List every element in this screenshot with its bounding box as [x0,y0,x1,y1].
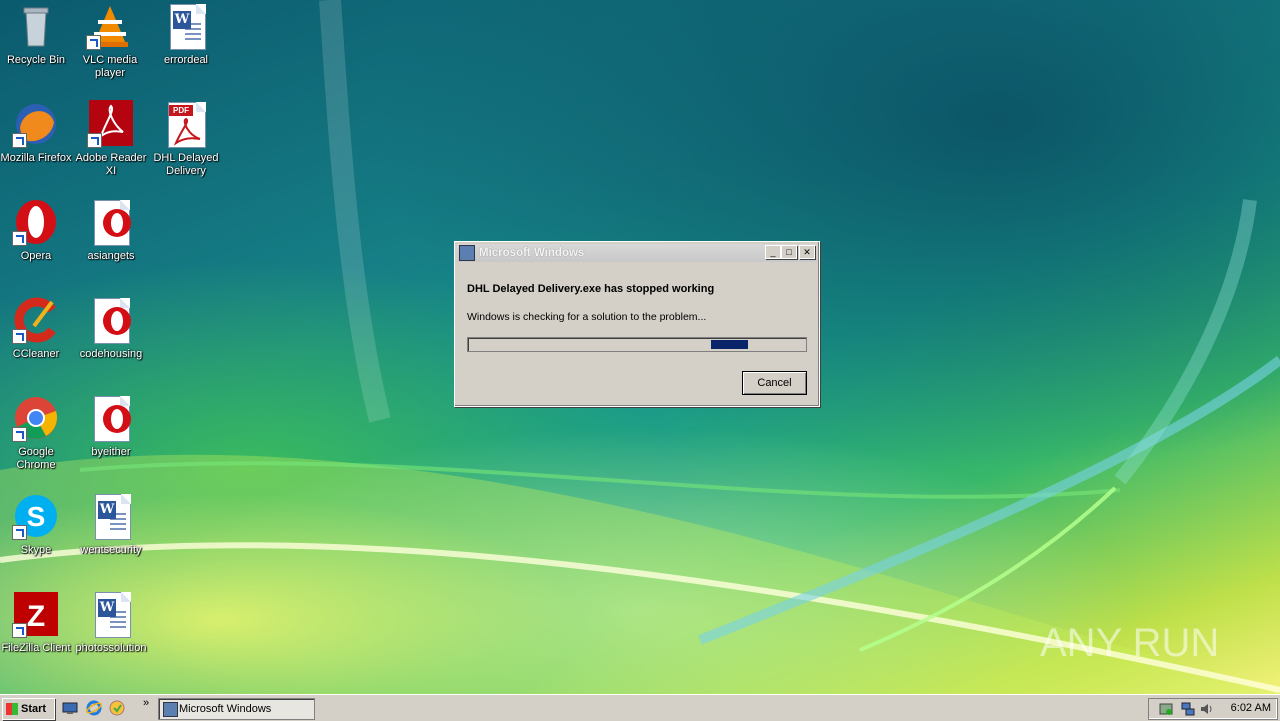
opera-document-icon [87,198,135,246]
desktop-icon-wentsecurity[interactable]: W wentsecurity [73,492,149,557]
security-icon[interactable] [1159,702,1173,716]
opera-document-icon [87,296,135,344]
desktop-icon-codehousing[interactable]: codehousing [73,296,149,361]
close-button[interactable]: ✕ [799,245,815,259]
system-tray: 6:02 AM [1148,698,1278,720]
desktop-icon-skype[interactable]: S Skype [0,492,74,557]
window-icon [163,702,178,717]
desktop-icon-label: VLC media player [82,54,138,79]
dialog-title: Microsoft Windows [479,247,585,259]
maximize-button[interactable]: □ [781,245,797,259]
shortcut-arrow-icon [12,231,27,246]
desktop-icon-label: Opera [20,250,52,262]
shortcut-arrow-icon [12,525,27,540]
cancel-button[interactable]: Cancel [742,371,807,395]
taskbar-item-label: Microsoft Windows [179,703,272,715]
desktop-icon-label: Google Chrome [16,446,56,471]
desktop-icon-chrome[interactable]: Google Chrome [0,394,74,472]
network-icon[interactable] [1181,702,1195,716]
adobe-reader-icon [87,100,135,148]
dialog-heading: DHL Delayed Delivery.exe has stopped wor… [467,283,715,295]
taskbar: Start » Microsoft Windows 6:02 AM [0,694,1280,721]
shortcut-arrow-icon [12,329,27,344]
internet-explorer-icon[interactable] [86,700,102,716]
anyrun-watermark: ANY RUN [1040,621,1219,665]
desktop-icon-label: asiangets [87,250,135,262]
dialog-titlebar[interactable]: Microsoft Windows _ □ ✕ [457,244,817,262]
minimize-icon: _ [770,247,776,257]
desktop-icon-asiangets[interactable]: asiangets [73,198,149,263]
vlc-icon [86,2,134,50]
taskbar-item-microsoft-windows[interactable]: Microsoft Windows [158,698,315,720]
desktop-icon-label: Skype [20,544,52,556]
start-button[interactable]: Start [2,698,55,720]
desktop-icon-vlc[interactable]: VLC media player [72,2,148,80]
media-player-icon[interactable] [109,700,125,716]
desktop: Recycle Bin Mozilla Firefox Opera CClean… [0,0,1280,694]
desktop-icon-label: errordeal [163,54,209,66]
quick-launch-chevron[interactable]: » [143,697,149,709]
svg-text:S: S [27,501,46,532]
shortcut-arrow-icon [86,35,101,50]
opera-document-icon [87,394,135,442]
chrome-icon [12,394,60,442]
volume-icon[interactable] [1199,702,1213,716]
desktop-icon-ccleaner[interactable]: CCleaner [0,296,74,361]
desktop-icon-label: codehousing [79,348,143,360]
word-document-icon: W [162,2,210,50]
clock[interactable]: 6:02 AM [1231,702,1271,714]
ccleaner-icon [12,296,60,344]
shortcut-arrow-icon [87,133,102,148]
desktop-icon-photossolution[interactable]: W photossolution [73,590,149,655]
firefox-icon [12,100,60,148]
windows-flag-icon [6,703,18,715]
desktop-icon-label: photossolution [75,642,147,654]
desktop-icon-byeither[interactable]: byeither [73,394,149,459]
progress-bar [467,337,807,352]
desktop-icon-recycle-bin[interactable]: Recycle Bin [0,2,74,67]
desktop-icon-label: byeither [91,446,131,458]
progress-marquee [711,340,748,349]
desktop-icon-label: FileZilla Client [1,642,71,654]
filezilla-icon: Z [12,590,60,638]
desktop-icon-filezilla[interactable]: Z FileZilla Client [0,590,74,655]
shortcut-arrow-icon [12,133,27,148]
error-dialog: Microsoft Windows _ □ ✕ DHL Delayed Deli… [454,241,820,407]
close-icon: ✕ [803,247,811,257]
desktop-icon-errordeal[interactable]: W errordeal [148,2,224,67]
desktop-icon-label: Adobe Reader XI [75,152,147,177]
word-document-icon: W [87,590,135,638]
desktop-icon-adobe-reader[interactable]: Adobe Reader XI [73,100,149,178]
svg-text:Z: Z [27,600,45,633]
minimize-button[interactable]: _ [765,245,781,259]
desktop-icon-opera[interactable]: Opera [0,198,74,263]
shortcut-arrow-icon [12,427,27,442]
window-icon [459,245,475,261]
desktop-icon-dhl-delayed-delivery[interactable]: PDF DHL Delayed Delivery [148,100,224,178]
desktop-icon-firefox[interactable]: Mozilla Firefox [0,100,74,165]
opera-icon [12,198,60,246]
dialog-message: Windows is checking for a solution to th… [467,311,707,323]
skype-icon: S [12,492,60,540]
desktop-icon-label: DHL Delayed Delivery [153,152,219,177]
pdf-file-icon: PDF [162,100,210,148]
desktop-icon-label: Recycle Bin [6,54,66,66]
shortcut-arrow-icon [12,623,27,638]
watermark-text: ANY RUN [1040,621,1219,665]
desktop-icon-label: wentsecurity [80,544,142,556]
desktop-icon-label: CCleaner [12,348,60,360]
word-document-icon: W [87,492,135,540]
start-label: Start [21,703,47,715]
desktop-icon-label: Mozilla Firefox [0,152,72,164]
recycle-bin-icon [12,2,60,50]
maximize-icon: □ [786,247,792,257]
show-desktop-icon[interactable] [62,700,78,716]
